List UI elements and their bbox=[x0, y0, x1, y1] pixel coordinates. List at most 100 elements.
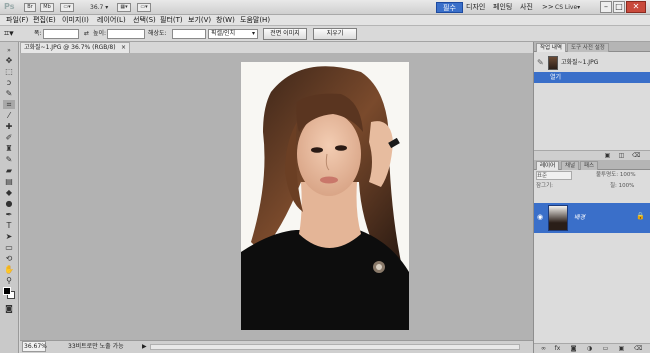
maximize-button[interactable]: □ bbox=[613, 1, 625, 13]
move-tool-icon[interactable]: ✥ bbox=[3, 56, 15, 65]
layers-panel: 레이어 채널 패스 표준 불투명도: 100% 잠그기: 칠: 100% ◉ 배… bbox=[533, 160, 650, 353]
bridge-button[interactable]: Br bbox=[24, 3, 36, 12]
eyedropper-tool-icon[interactable]: ⁄ bbox=[3, 111, 15, 120]
new-snapshot-icon[interactable]: ◫ bbox=[618, 152, 625, 159]
3d-rotate-tool-icon[interactable]: ⟲ bbox=[3, 254, 15, 263]
new-group-icon[interactable]: ▭ bbox=[602, 345, 609, 352]
foreground-color-swatch[interactable] bbox=[3, 287, 11, 295]
link-layers-icon[interactable]: ∞ bbox=[540, 345, 547, 352]
history-snapshot[interactable]: ✎ 고화질~1.JPG bbox=[534, 54, 650, 72]
clear-button[interactable]: 지우기 bbox=[313, 28, 357, 40]
tab-tool-presets[interactable]: 도구 사전 설정 bbox=[567, 43, 609, 52]
horizontal-scrollbar[interactable] bbox=[150, 344, 520, 350]
layers-list: 표준 불투명도: 100% 잠그기: 칠: 100% ◉ 배경 🔒 bbox=[534, 170, 650, 343]
close-button[interactable]: ✕ bbox=[626, 1, 646, 13]
application-bar: Ps Br Mb ▭▾ 36.7 ▾ ▦▾ ▭▾ 필수 디자인 페인팅 사진 >… bbox=[0, 0, 650, 15]
tab-channels[interactable]: 채널 bbox=[561, 161, 580, 170]
zoom-tool-icon[interactable]: ⚲ bbox=[3, 276, 15, 285]
marquee-tool-icon[interactable]: ⬚ bbox=[3, 67, 15, 76]
cs-live-menu[interactable]: CS Live▾ bbox=[555, 2, 580, 13]
minibridge-button[interactable]: Mb bbox=[40, 3, 54, 12]
pen-tool-icon[interactable]: ✒ bbox=[3, 210, 15, 219]
delete-icon[interactable]: ⌫ bbox=[632, 152, 640, 159]
close-document-icon[interactable]: × bbox=[121, 43, 126, 53]
menu-edit[interactable]: 편집(E) bbox=[33, 15, 56, 26]
adjustment-layer-icon[interactable]: ◑ bbox=[586, 345, 593, 352]
menu-file[interactable]: 파일(F) bbox=[6, 15, 28, 26]
crop-tool-icon[interactable]: ⌗▾ bbox=[4, 29, 14, 39]
workspace-essentials[interactable]: 필수 bbox=[436, 2, 463, 13]
front-image-button[interactable]: 전면 이미지 bbox=[263, 28, 307, 40]
layer-visibility-eye-icon[interactable]: ◉ bbox=[537, 213, 543, 221]
width-input[interactable] bbox=[43, 29, 79, 39]
eraser-tool-icon[interactable]: ▰ bbox=[3, 166, 15, 175]
shape-tool-icon[interactable]: ▭ bbox=[3, 243, 15, 252]
resolution-input[interactable] bbox=[172, 29, 206, 39]
menu-window[interactable]: 창(W) bbox=[216, 15, 235, 26]
document-tab[interactable]: 고화질~1.JPG @ 36.7% (RGB/8) × bbox=[20, 42, 130, 53]
menu-view[interactable]: 보기(V) bbox=[188, 15, 211, 26]
crop-tool-icon[interactable]: ⌗ bbox=[3, 100, 15, 109]
document-info: 33비트로만 노출 가능 bbox=[68, 343, 124, 350]
tools-panel: » ✥ ⬚ ↄ ✎ ⌗ ⁄ ✚ ✐ ♜ ✎ ▰ ▤ ◆ ● ✒ T ➤ ▭ ⟲ … bbox=[0, 42, 19, 353]
healing-brush-tool-icon[interactable]: ✚ bbox=[3, 122, 15, 131]
photoshop-window: Ps Br Mb ▭▾ 36.7 ▾ ▦▾ ▭▾ 필수 디자인 페인팅 사진 >… bbox=[0, 0, 650, 353]
screen-mode-button[interactable]: ▭▾ bbox=[137, 3, 151, 12]
fill-field[interactable]: 칠: 100% bbox=[610, 182, 634, 191]
layers-panel-footer: ∞ fx ◙ ◑ ▭ ▣ ⌫ bbox=[534, 343, 650, 353]
delete-layer-icon[interactable]: ⌫ bbox=[634, 345, 642, 352]
layers-panel-tabs: 레이어 채널 패스 bbox=[534, 160, 650, 170]
document-image[interactable] bbox=[241, 62, 409, 330]
resolution-units-select[interactable]: 픽셀/인치 ▾ bbox=[208, 29, 258, 39]
menu-help[interactable]: 도움말(H) bbox=[240, 15, 270, 26]
options-bar: ⌗▾ 폭: ⇄ 높이: 해상도: 픽셀/인치 ▾ 전면 이미지 지우기 bbox=[0, 26, 650, 42]
layer-mask-icon[interactable]: ◙ bbox=[570, 345, 577, 352]
tab-history[interactable]: 작업 내역 bbox=[536, 43, 566, 52]
height-label: 높이: bbox=[93, 30, 107, 37]
extras-button[interactable]: ▭▾ bbox=[60, 3, 74, 12]
layer-background[interactable]: ◉ 배경 🔒 bbox=[534, 203, 650, 233]
status-bar: 36.67% 33비트로만 노출 가능 ▶ bbox=[20, 340, 533, 353]
status-menu-arrow-icon[interactable]: ▶ bbox=[142, 341, 147, 353]
arrange-documents-button[interactable]: ▦▾ bbox=[117, 3, 131, 12]
height-input[interactable] bbox=[107, 29, 145, 39]
swap-icon[interactable]: ⇄ bbox=[84, 29, 89, 39]
new-document-from-state-icon[interactable]: ▣ bbox=[604, 152, 611, 159]
hand-tool-icon[interactable]: ✋ bbox=[3, 265, 15, 274]
clone-stamp-tool-icon[interactable]: ♜ bbox=[3, 144, 15, 153]
brush-tool-icon[interactable]: ✐ bbox=[3, 133, 15, 142]
lasso-tool-icon[interactable]: ↄ bbox=[3, 78, 15, 87]
zoom-readout[interactable]: 36.67% bbox=[22, 341, 47, 352]
blur-tool-icon[interactable]: ◆ bbox=[3, 188, 15, 197]
layer-style-icon[interactable]: fx bbox=[554, 345, 561, 352]
history-panel-footer: ▣ ◫ ⌫ bbox=[534, 150, 650, 160]
width-label: 폭: bbox=[34, 30, 42, 37]
panel-collapse-icon[interactable]: » bbox=[3, 46, 15, 55]
tab-paths[interactable]: 패스 bbox=[580, 161, 599, 170]
history-brush-source-icon[interactable]: ✎ bbox=[537, 58, 544, 68]
layer-thumbnail bbox=[548, 205, 568, 231]
menu-bar: 파일(F) 편집(E) 이미지(I) 레이어(L) 선택(S) 필터(T) 보기… bbox=[0, 15, 650, 26]
zoom-select[interactable]: 36.7 ▾ bbox=[90, 3, 112, 12]
quick-selection-tool-icon[interactable]: ✎ bbox=[3, 89, 15, 98]
portrait-photo bbox=[241, 62, 409, 330]
menu-filter[interactable]: 필터(T) bbox=[160, 15, 183, 26]
tab-layers[interactable]: 레이어 bbox=[536, 161, 560, 170]
history-state-open[interactable]: 열기 bbox=[534, 72, 650, 83]
menu-layer[interactable]: 레이어(L) bbox=[97, 15, 126, 26]
opacity-field[interactable]: 불투명도: 100% bbox=[596, 171, 636, 180]
type-tool-icon[interactable]: T bbox=[3, 221, 15, 230]
minimize-button[interactable]: – bbox=[600, 1, 612, 13]
menu-select[interactable]: 선택(S) bbox=[133, 15, 156, 26]
path-selection-tool-icon[interactable]: ➤ bbox=[3, 232, 15, 241]
gradient-tool-icon[interactable]: ▤ bbox=[3, 177, 15, 186]
snapshot-thumbnail bbox=[548, 56, 558, 70]
menu-image[interactable]: 이미지(I) bbox=[62, 15, 89, 26]
blend-mode-select[interactable]: 표준 bbox=[536, 171, 572, 180]
photoshop-logo: Ps bbox=[4, 2, 15, 11]
dodge-tool-icon[interactable]: ● bbox=[3, 199, 15, 208]
history-brush-tool-icon[interactable]: ✎ bbox=[3, 155, 15, 164]
new-layer-icon[interactable]: ▣ bbox=[618, 345, 625, 352]
quick-mask-icon[interactable]: ◙ bbox=[3, 304, 15, 313]
snapshot-label: 고화질~1.JPG bbox=[561, 59, 599, 66]
